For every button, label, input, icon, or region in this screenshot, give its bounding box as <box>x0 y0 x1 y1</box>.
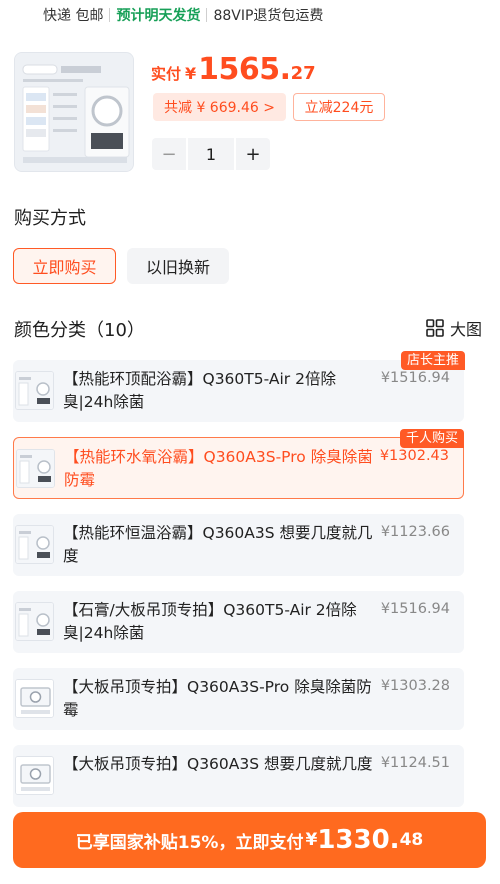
buy-now-option[interactable]: 立即购买 <box>13 248 116 284</box>
option-thumbnail <box>15 525 54 564</box>
option-price: ¥1516.94 <box>380 370 450 386</box>
option-tag: 千人购买 <box>399 429 464 448</box>
grid-icon <box>426 319 444 337</box>
option-tag: 店长主推 <box>400 351 465 370</box>
total-discount-button[interactable]: 共减 ¥ 669.46 > <box>153 93 286 121</box>
currency-symbol: ¥ <box>185 64 197 83</box>
color-option[interactable]: 【大板吊顶专拍】Q360A3S 想要几度就几度 ¥1124.51 <box>13 745 464 807</box>
decrease-quantity-button[interactable]: − <box>152 138 186 170</box>
quantity-stepper: − 1 + <box>152 138 270 170</box>
pay-amount-integer: 1330. <box>317 825 400 855</box>
pay-amount-decimal: 48 <box>399 830 424 850</box>
actual-price-label: 实付 <box>151 65 182 83</box>
color-option[interactable]: 【热能环顶配浴霸】Q360T5-Air 2倍除臭|24h除菌 ¥1516.94 … <box>13 351 465 422</box>
option-price: ¥1303.28 <box>380 678 450 694</box>
option-name: 【大板吊顶专拍】Q360A3S-Pro 除臭除菌防霉 <box>63 678 372 719</box>
price-decimal: 27 <box>290 63 316 84</box>
price-integer: 1565. <box>198 52 291 87</box>
option-name: 【大板吊顶专拍】Q360A3S 想要几度就几度 <box>63 755 373 773</box>
option-price: ¥1124.51 <box>380 755 450 771</box>
product-thumbnail[interactable] <box>14 52 134 172</box>
vip-return-label: 88VIP退货包运费 <box>213 8 324 24</box>
big-view-toggle[interactable]: 大图 <box>426 316 482 340</box>
divider <box>109 8 111 22</box>
option-thumbnail <box>15 602 54 641</box>
pay-currency: ¥ <box>305 830 318 850</box>
option-price: ¥1123.66 <box>380 524 450 540</box>
option-price: ¥1516.94 <box>380 601 450 617</box>
shipping-info-bar: 快递 包邮 预计明天发货 88VIP退货包运费 <box>0 0 500 30</box>
color-category-title: 颜色分类（10） <box>14 320 145 341</box>
option-name: 【石膏/大板吊顶专拍】Q360T5-Air 2倍除臭|24h除菌 <box>63 601 357 642</box>
option-name: 【热能环恒温浴霸】Q360A3S 想要几度就几度 <box>63 524 373 565</box>
big-view-label: 大图 <box>449 320 482 339</box>
pay-now-label: 已享国家补贴15%，立即支付 <box>75 832 304 853</box>
color-option-selected[interactable]: 【热能环水氧浴霸】Q360A3S-Pro 除臭除菌防霉 ¥1302.43 千人购… <box>13 429 464 499</box>
trade-in-option[interactable]: 以旧换新 <box>127 248 229 284</box>
option-thumbnail <box>16 449 55 488</box>
shipping-free-label: 快递 包邮 <box>43 8 104 24</box>
color-option[interactable]: 【热能环恒温浴霸】Q360A3S 想要几度就几度 ¥1123.66 <box>13 514 464 576</box>
color-option[interactable]: 【大板吊顶专拍】Q360A3S-Pro 除臭除菌防霉 ¥1303.28 <box>13 668 464 730</box>
option-thumbnail <box>15 756 54 795</box>
option-name: 【热能环顶配浴霸】Q360T5-Air 2倍除臭|24h除菌 <box>63 370 336 411</box>
increase-quantity-button[interactable]: + <box>236 138 270 170</box>
dispatch-estimate-label: 预计明天发货 <box>116 8 201 24</box>
purchase-method-title: 购买方式 <box>14 208 86 229</box>
option-price: ¥1302.43 <box>379 448 449 464</box>
actual-price: 实付 ¥ 1565. 27 <box>151 52 316 90</box>
option-thumbnail <box>15 371 54 410</box>
divider <box>206 8 208 22</box>
pay-now-button[interactable]: 已享国家补贴15%，立即支付 ¥ 1330. 48 <box>13 812 486 868</box>
product-image <box>15 53 133 171</box>
option-name: 【热能环水氧浴霸】Q360A3S-Pro 除臭除菌防霉 <box>64 448 373 489</box>
instant-discount-badge: 立减224元 <box>293 93 385 121</box>
color-option[interactable]: 【石膏/大板吊顶专拍】Q360T5-Air 2倍除臭|24h除菌 ¥1516.9… <box>13 591 464 653</box>
quantity-input[interactable]: 1 <box>186 138 236 170</box>
option-thumbnail <box>15 679 54 718</box>
